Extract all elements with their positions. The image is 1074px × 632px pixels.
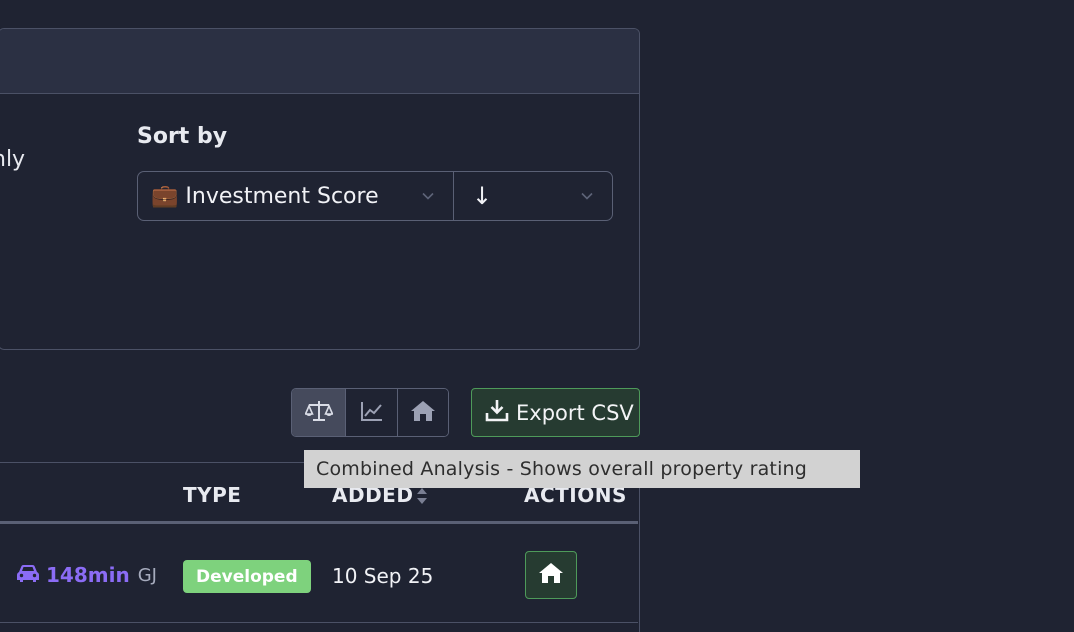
filter-panel-header (0, 29, 639, 94)
table-row[interactable]: 148min GJ Developed 10 Sep 25 (0, 527, 638, 623)
export-csv-button[interactable]: Export CSV (471, 388, 640, 437)
sort-direction-select[interactable]: ↓ (454, 172, 612, 220)
sort-direction-value: ↓ (472, 182, 493, 210)
property-view-button[interactable] (398, 389, 448, 436)
chevron-down-icon (580, 189, 594, 203)
view-mode-tooltip: Combined Analysis - Shows overall proper… (304, 450, 860, 488)
drive-destination-code: GJ (137, 564, 157, 586)
drive-time-value: 148min (46, 563, 130, 587)
sort-field-value: 💼 Investment Score (151, 183, 379, 209)
chevron-down-icon (421, 189, 435, 203)
car-icon (16, 563, 40, 587)
view-mode-toggle (291, 388, 449, 437)
home-icon (538, 562, 564, 588)
view-property-button[interactable] (525, 551, 577, 599)
export-csv-label: Export CSV (516, 400, 634, 425)
line-chart-icon (360, 400, 384, 426)
drive-time: 148min GJ (16, 563, 157, 587)
combined-analysis-button[interactable] (292, 389, 346, 436)
added-date: 10 Sep 25 (332, 564, 434, 588)
download-icon (485, 398, 509, 427)
sort-controls: 💼 Investment Score ↓ (137, 171, 613, 221)
sort-field-select[interactable]: 💼 Investment Score (138, 172, 454, 220)
trends-button[interactable] (346, 389, 398, 436)
scale-icon (303, 399, 334, 427)
home-icon (410, 400, 436, 426)
sort-by-label: Sort by (137, 124, 228, 149)
sort-arrows-icon[interactable] (416, 487, 428, 509)
type-badge: Developed (183, 560, 311, 593)
type-column-header[interactable]: TYPE (183, 483, 241, 507)
only-filter-label[interactable]: nly (0, 147, 25, 172)
